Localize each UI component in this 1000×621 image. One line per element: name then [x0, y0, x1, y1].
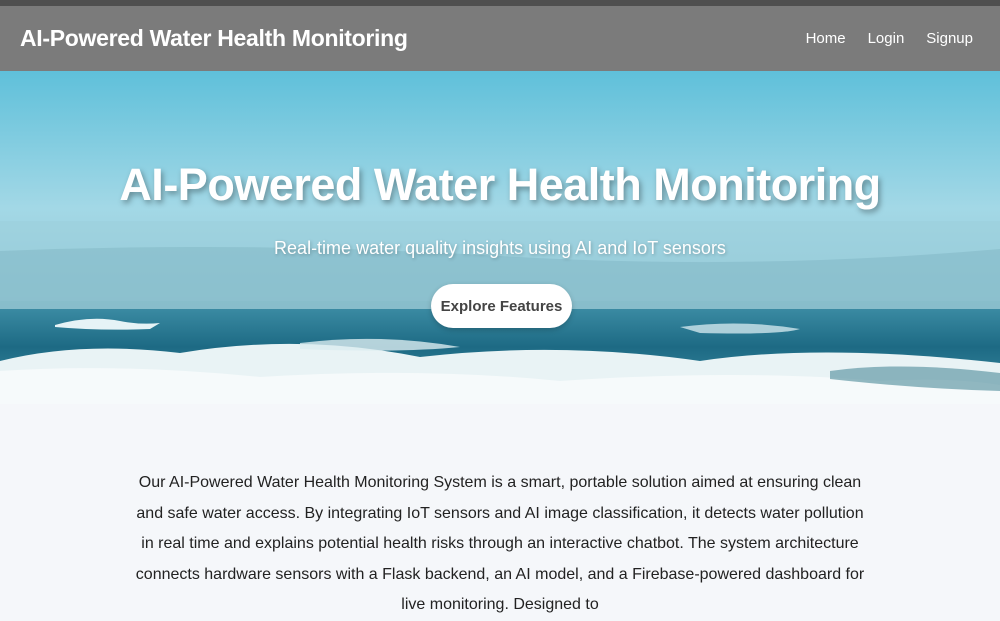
nav-link-login[interactable]: Login [857, 30, 916, 47]
brand-title[interactable]: AI-Powered Water Health Monitoring [20, 25, 408, 52]
hero-title: AI-Powered Water Health Monitoring [119, 159, 881, 210]
hero-section: AI-Powered Water Health Monitoring Real-… [0, 71, 1000, 404]
nav-links: Home Login Signup [795, 30, 984, 47]
explore-features-button[interactable]: Explore Features [431, 284, 572, 328]
about-paragraph: Our AI-Powered Water Health Monitoring S… [135, 474, 865, 613]
nav-link-signup[interactable]: Signup [915, 30, 984, 47]
navbar: AI-Powered Water Health Monitoring Home … [0, 6, 1000, 71]
nav-link-home[interactable]: Home [795, 30, 857, 47]
hero-subtitle: Real-time water quality insights using A… [274, 238, 726, 258]
